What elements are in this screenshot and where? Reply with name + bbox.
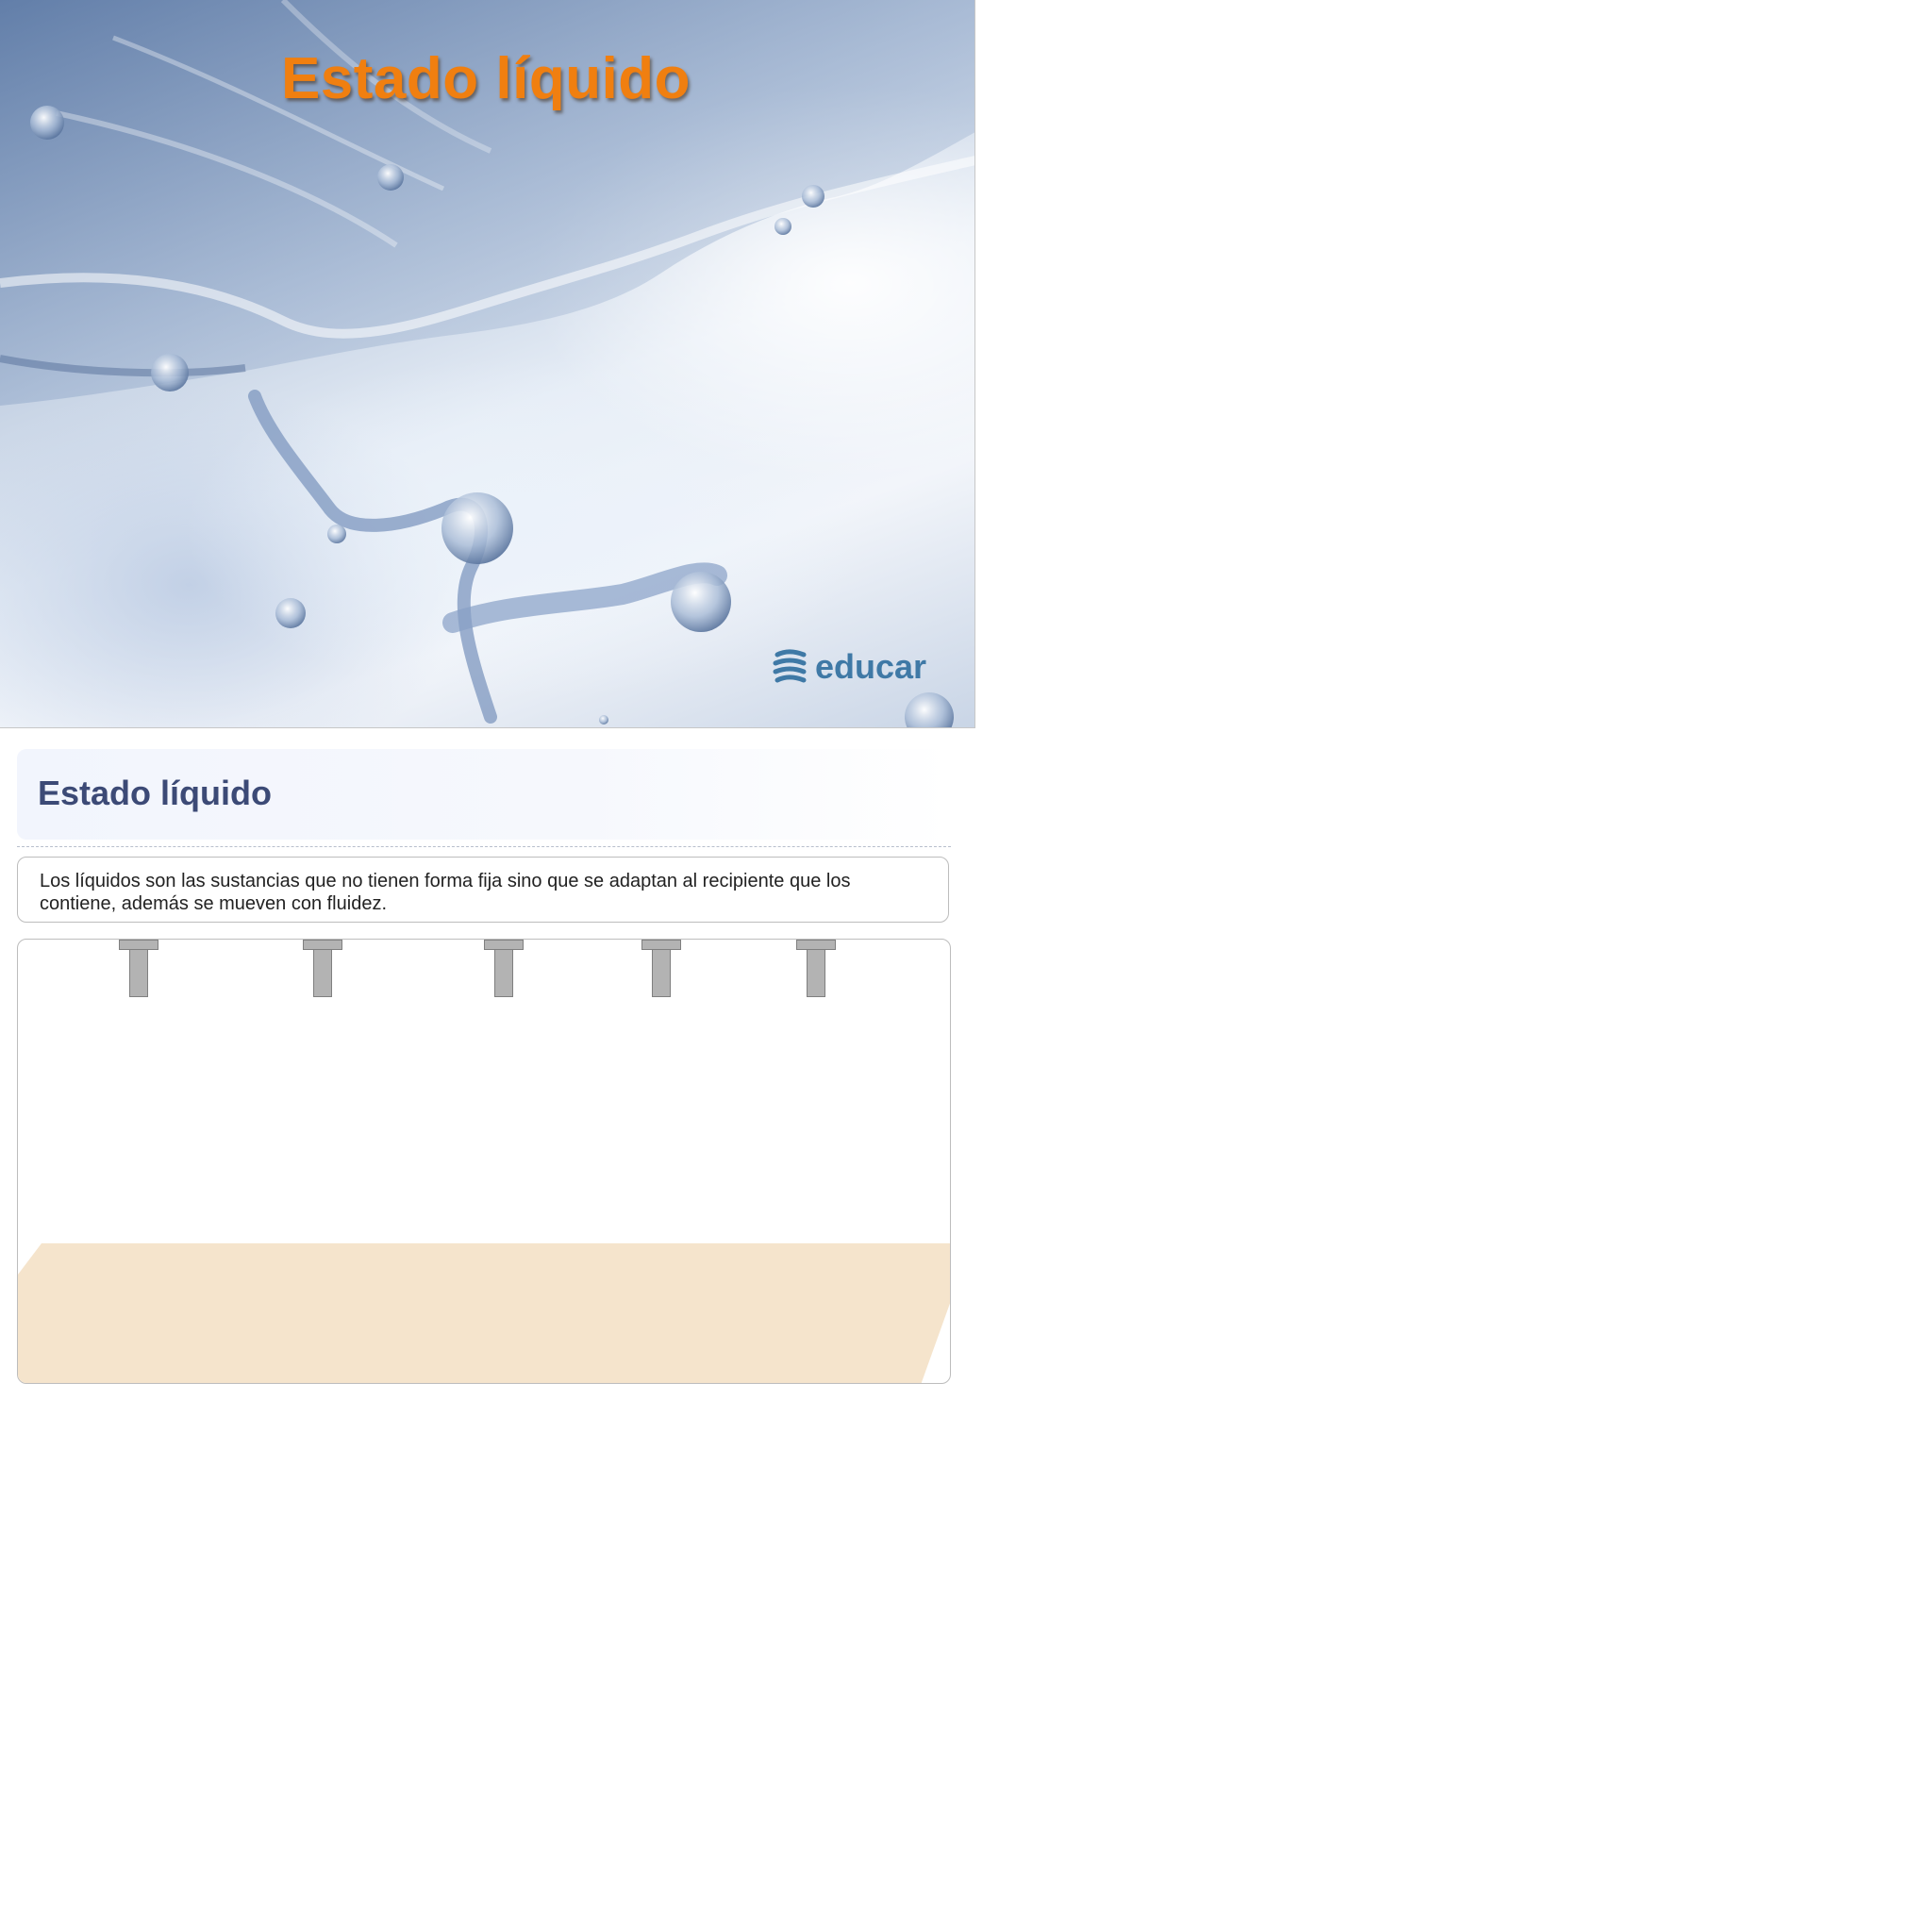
tap-1 [119,940,158,1000]
tap-stem [313,950,332,997]
page-title: Estado líquido [38,774,272,812]
tap-2 [303,940,342,1000]
section-header: Estado líquido [17,749,951,840]
cover-title-text: Estado líquido [280,46,691,111]
tap-cap [796,940,836,950]
page: Estado líquido educar Estado líquido Los… [0,0,1932,1932]
tap-stem [807,950,825,997]
tap-cap [303,940,342,950]
description-panel: Los líquidos son las sustancias que no t… [17,857,949,923]
tap-cap [641,940,681,950]
cover-slide: Estado líquido educar [0,0,975,728]
tap-cap [119,940,158,950]
tap-stem [494,950,513,997]
tap-stem [652,950,671,997]
tap-cap [484,940,524,950]
description-text: Los líquidos son las sustancias que no t… [40,871,851,914]
header-divider [17,846,951,847]
educar-logo-icon [773,649,807,683]
tap-5 [796,940,836,1000]
tap-3 [484,940,524,1000]
cover-title: Estado líquido [0,45,974,112]
tap-4 [641,940,681,1000]
animation-stage [17,939,951,1384]
stage-floor [18,1243,950,1383]
educar-logo: educar [772,647,926,687]
educar-logo-text: educar [815,647,927,686]
tap-stem [129,950,148,997]
